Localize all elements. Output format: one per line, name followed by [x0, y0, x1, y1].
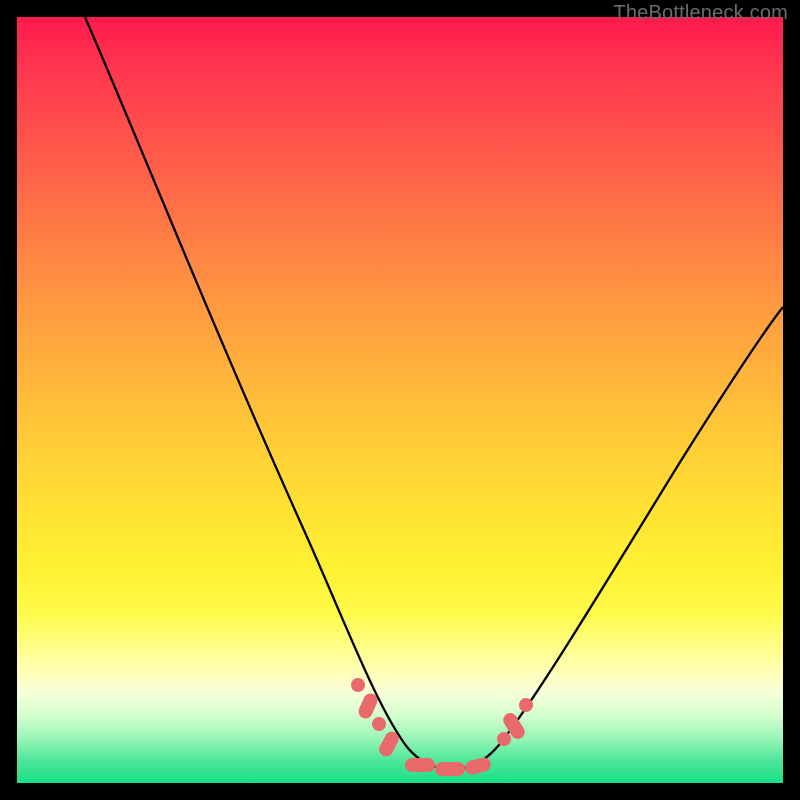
curve-marker — [351, 678, 365, 692]
bottleneck-curve — [85, 17, 783, 769]
curve-marker — [435, 762, 465, 776]
curve-marker — [519, 698, 533, 712]
chart-svg — [17, 17, 783, 783]
curve-marker — [464, 756, 493, 776]
watermark-text: TheBottleneck.com — [613, 2, 788, 25]
curve-marker — [497, 732, 511, 746]
curve-marker — [405, 758, 435, 772]
curve-marker — [372, 717, 386, 731]
chart-frame: TheBottleneck.com — [0, 0, 800, 800]
plot-area — [17, 17, 783, 783]
